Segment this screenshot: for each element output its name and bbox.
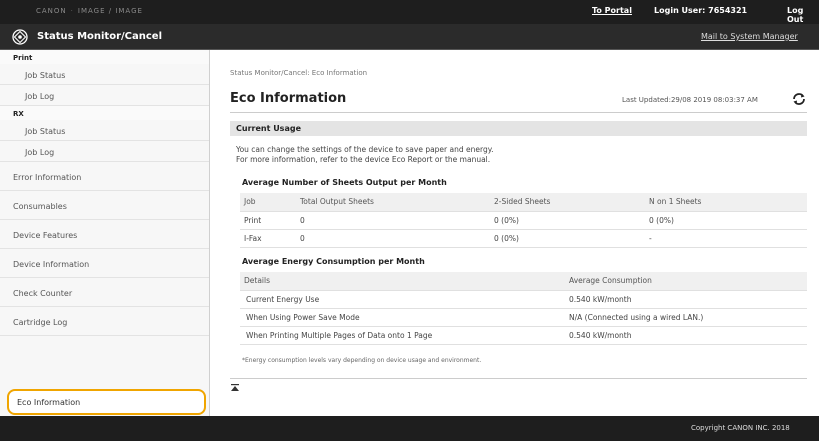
sidebar-item-print-job-status[interactable]: Job Status [0,64,209,85]
table-cell: Current Energy Use [240,290,565,309]
current-usage-header: Current Usage [230,121,807,136]
table-row: Print 0 0 (0%) 0 (0%) [240,211,807,230]
table-cell: 0 [296,229,490,248]
table-cell: 0.540 kW/month [565,326,807,345]
top-bar: CANON · IMAGE / IMAGE To Portal Login User… [0,0,819,24]
sheets-output-table: Job Total Output Sheets 2-Sided Sheets N… [240,193,807,248]
sidebar-item-rx-job-status[interactable]: Job Status [0,120,209,141]
description-line: For more information, refer to the devic… [236,155,491,164]
description-line: You can change the settings of the devic… [236,145,494,154]
sidebar: Print Job Status Job Log RX Job Status J… [0,50,210,416]
login-user-label: Login User: 7654321 [654,6,748,15]
table-row: When Printing Multiple Pages of Data ont… [240,326,807,345]
mail-to-system-manager-link[interactable]: Mail to System Manager [701,32,798,41]
energy-footnote: *Energy consumption levels vary dependin… [242,357,482,364]
back-to-top-icon[interactable] [230,383,240,393]
table-cell: 0.540 kW/month [565,290,807,309]
breadcrumb: Status Monitor/Cancel: Eco Information [230,69,368,77]
table-cell: I-Fax [240,229,296,248]
page-title: Eco Information [230,91,347,106]
table-header-row: Job Total Output Sheets 2-Sided Sheets N… [240,193,807,212]
energy-consumption-table: Details Average Consumption Current Ener… [240,272,807,345]
table-row: Current Energy Use 0.540 kW/month [240,290,807,309]
table-cell: 0 (0%) [645,211,807,230]
table-cell: When Using Power Save Mode [240,308,565,327]
table-cell: N/A (Connected using a wired LAN.) [565,308,807,327]
device-name: CANON · IMAGE / IMAGE [36,7,143,15]
table-header: Total Output Sheets [296,193,490,212]
copyright-text: Copyright CANON INC. 2018 [691,424,790,432]
table-row: When Using Power Save Mode N/A (Connecte… [240,308,807,327]
table-cell: - [645,229,807,248]
table-header: Average Consumption [565,272,807,291]
sidebar-item-rx-job-log[interactable]: Job Log [0,141,209,162]
table-cell: When Printing Multiple Pages of Data ont… [240,326,565,345]
table-header: N on 1 Sheets [645,193,807,212]
sidebar-section-print: Print [0,50,209,64]
last-updated-text: Last Updated:29/08 2019 08:03:37 AM [622,96,758,104]
refresh-icon[interactable] [791,91,807,107]
sidebar-item-device-information[interactable]: Device Information [0,249,209,278]
table-header: Job [240,193,296,212]
table-row: I-Fax 0 0 (0%) - [240,229,807,248]
table-header-row: Details Average Consumption [240,272,807,291]
sidebar-item-consumables[interactable]: Consumables [0,191,209,220]
title-bar: Status Monitor/Cancel Mail to System Man… [0,24,819,50]
to-portal-link[interactable]: To Portal [592,6,632,15]
table-cell: 0 [296,211,490,230]
table-header: 2-Sided Sheets [490,193,645,212]
table-cell: 0 (0%) [490,229,645,248]
table-header: Details [240,272,565,291]
sidebar-item-error-information[interactable]: Error Information [0,162,209,191]
sidebar-item-print-job-log[interactable]: Job Log [0,85,209,106]
footer: Copyright CANON INC. 2018 [0,416,819,441]
energy-consumption-title: Average Energy Consumption per Month [242,257,425,266]
usage-description: You can change the settings of the devic… [236,145,493,165]
status-monitor-icon [12,29,28,45]
sidebar-item-device-features[interactable]: Device Features [0,220,209,249]
title-divider [230,112,807,113]
sidebar-item-eco-information[interactable]: Eco Information [7,389,206,415]
sheets-output-title: Average Number of Sheets Output per Mont… [242,178,447,187]
main-content: Status Monitor/Cancel: Eco Information E… [211,50,819,416]
logout-link[interactable]: Log Out [787,6,819,24]
sidebar-section-rx: RX [0,106,209,120]
table-cell: Print [240,211,296,230]
table-cell: 0 (0%) [490,211,645,230]
bottom-divider [230,378,807,379]
sidebar-item-check-counter[interactable]: Check Counter [0,278,209,307]
app-title: Status Monitor/Cancel [37,31,163,42]
sidebar-item-cartridge-log[interactable]: Cartridge Log [0,307,209,336]
